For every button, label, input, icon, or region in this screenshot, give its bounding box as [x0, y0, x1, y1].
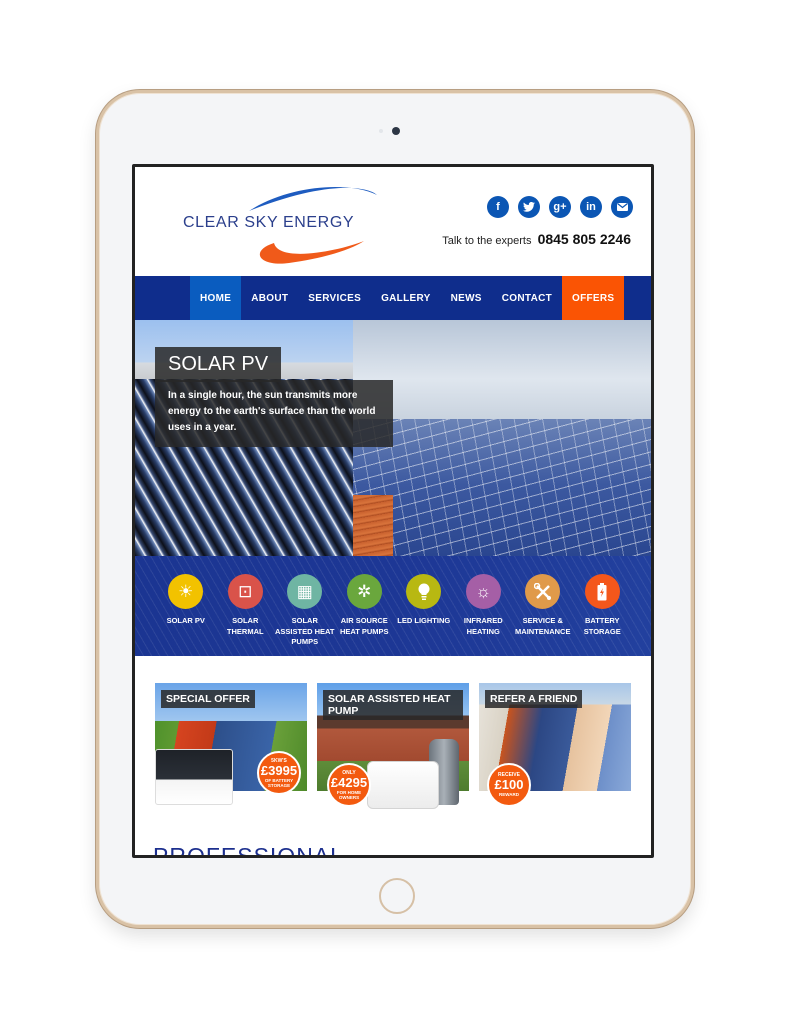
service-air-source-heat-pumps[interactable]: ✲ AIR SOURCE HEAT PUMPS — [335, 574, 395, 648]
service-maintenance[interactable]: SERVICE & MAINTENANCE — [513, 574, 573, 648]
nav-about[interactable]: ABOUT — [241, 276, 298, 320]
promo-special-offer[interactable]: SPECIAL OFFER 5KW'S £3995 OF BATTERY STO… — [155, 683, 307, 805]
badge-caption: OF BATTERY STORAGE — [264, 777, 294, 789]
hero-description: In a single hour, the sun transmits more… — [155, 380, 393, 447]
phone-line: Talk to the experts 0845 805 2246 — [442, 231, 631, 247]
main-nav: HOME ABOUT SERVICES GALLERY NEWS CONTACT… — [135, 276, 651, 320]
badge-caption: REWARD — [499, 792, 519, 798]
hero-banner[interactable]: In a single hour, the sun transmits more… — [135, 320, 651, 556]
home-button[interactable] — [379, 878, 415, 914]
hero-title: SOLAR PV — [155, 347, 282, 382]
nav-gallery[interactable]: GALLERY — [371, 276, 441, 320]
solar-panel-icon: ▦ — [287, 574, 323, 609]
reward-badge: RECEIVE £100 REWARD — [487, 763, 531, 807]
brand-name: CLEAR SKY ENERGY — [183, 214, 355, 231]
promo-title: SPECIAL OFFER — [161, 690, 255, 708]
nav-home[interactable]: HOME — [190, 276, 242, 320]
tools-icon — [525, 574, 561, 609]
battery-unit-image — [155, 749, 233, 805]
google-plus-icon[interactable]: g+ — [549, 196, 571, 218]
service-led-lighting[interactable]: LED LIGHTING — [394, 574, 454, 648]
promo-cards: SPECIAL OFFER 5KW'S £3995 OF BATTERY STO… — [155, 683, 631, 809]
linkedin-icon[interactable]: in — [580, 196, 602, 218]
service-solar-assisted-heat-pumps[interactable]: ▦ SOLAR ASSISTED HEAT PUMPS — [275, 574, 335, 648]
fan-icon: ✲ — [346, 574, 382, 609]
site-header: CLEAR SKY ENERGY f g+ in Talk to the exp… — [135, 167, 651, 276]
service-label: SOLAR PV — [166, 616, 205, 625]
badge-caption: FOR HOME OWNERS — [336, 789, 362, 801]
service-label: SERVICE & MAINTENANCE — [515, 616, 571, 636]
cylinder-icon: ⊡ — [227, 574, 263, 609]
service-label: SOLAR ASSISTED HEAT PUMPS — [275, 616, 335, 646]
nav-services[interactable]: SERVICES — [298, 276, 371, 320]
service-label: LED LIGHTING — [397, 616, 451, 625]
roof-tiles-image — [353, 495, 393, 556]
badge-price: £4295 — [330, 774, 368, 790]
service-label: AIR SOURCE HEAT PUMPS — [339, 616, 389, 636]
battery-icon — [584, 574, 620, 609]
sun-icon: ☀ — [168, 574, 204, 609]
heat-pump-image — [367, 761, 439, 809]
phone-number[interactable]: 0845 805 2246 — [538, 231, 631, 247]
price-badge: 5KW'S £3995 OF BATTERY STORAGE — [257, 751, 301, 795]
light-sensor — [379, 129, 383, 133]
price-badge: ONLY £4295 FOR HOME OWNERS — [327, 763, 371, 807]
service-label: INFRARED HEATING — [463, 616, 503, 636]
email-icon[interactable] — [611, 196, 633, 218]
nav-news[interactable]: NEWS — [441, 276, 492, 320]
facebook-icon[interactable]: f — [487, 196, 509, 218]
front-camera — [392, 127, 400, 135]
promo-solar-assisted-heat-pump[interactable]: SOLAR ASSISTED HEAT PUMP ONLY £4295 FOR … — [317, 683, 469, 809]
nav-offers[interactable]: OFFERS — [562, 276, 625, 320]
nav-contact[interactable]: CONTACT — [492, 276, 562, 320]
twitter-icon[interactable] — [518, 196, 540, 218]
service-infrared-heating[interactable]: ☼ INFRARED HEATING — [454, 574, 514, 648]
service-battery-storage[interactable]: BATTERY STORAGE — [573, 574, 633, 648]
tablet-screen: CLEAR SKY ENERGY f g+ in Talk to the exp… — [132, 164, 654, 858]
lightbulb-icon — [406, 574, 442, 609]
service-solar-thermal[interactable]: ⊡ SOLAR THERMAL — [216, 574, 276, 648]
service-label: BATTERY STORAGE — [583, 616, 621, 636]
logo[interactable]: CLEAR SKY ENERGY — [179, 181, 379, 267]
heater-icon: ☼ — [465, 574, 501, 609]
section-heading: PROFESSIONAL — [153, 843, 344, 858]
promo-title: SOLAR ASSISTED HEAT PUMP — [323, 690, 463, 720]
badge-price: £3995 — [260, 762, 298, 778]
services-strip: ☀ SOLAR PV ⊡ SOLAR THERMAL ▦ SOLAR ASSIS… — [135, 556, 651, 656]
promo-refer-a-friend[interactable]: REFER A FRIEND RECEIVE £100 REWARD — [479, 683, 631, 807]
hero-image-solar-panels — [353, 320, 651, 556]
badge-price: £100 — [494, 777, 524, 793]
phone-prefix: Talk to the experts — [442, 235, 532, 247]
social-links: f g+ in — [487, 196, 633, 218]
promo-title: REFER A FRIEND — [485, 690, 583, 708]
service-solar-pv[interactable]: ☀ SOLAR PV — [156, 574, 216, 648]
service-label: SOLAR THERMAL — [226, 616, 264, 636]
